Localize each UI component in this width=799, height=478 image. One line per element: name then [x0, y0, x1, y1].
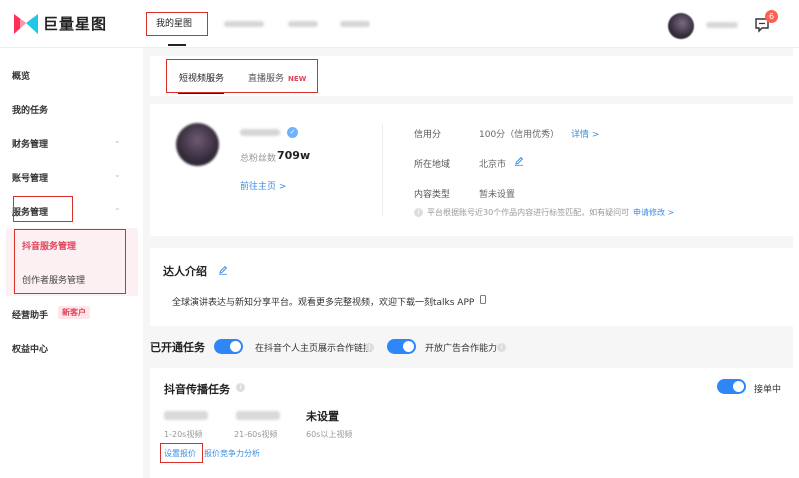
show-coop-link-label: 在抖音个人主页展示合作链接 [255, 344, 373, 354]
info-icon: i [414, 208, 423, 217]
price-analysis-link[interactable]: 报价竞争力分析 [204, 448, 260, 459]
price-1-20s-label: 1-20s视频 [164, 430, 203, 439]
verified-icon: ✓ [287, 127, 298, 138]
content-type-label: 内容类型 [414, 190, 451, 200]
logo-text: 巨量星图 [43, 15, 108, 33]
ad-coop-label: 开放广告合作能力 [425, 344, 498, 354]
highlight-box [146, 12, 208, 36]
chevron-down-icon: ⌄ [114, 136, 121, 145]
highlight-box [13, 196, 73, 222]
credit-detail-link[interactable]: 详情 > [571, 127, 599, 140]
accepting-orders-toggle[interactable] [717, 379, 746, 394]
intro-title: 达人介绍 [163, 265, 207, 278]
douyin-spread-card [150, 368, 793, 478]
highlight-box [166, 59, 318, 93]
new-client-badge: 新客户 [58, 306, 90, 319]
credit-label: 信用分 [414, 130, 442, 140]
apply-edit-link[interactable]: 申请修改 > [633, 207, 674, 218]
sidebar-item-business-assistant[interactable]: 经营助手 [12, 308, 48, 321]
nav-item-blurred[interactable] [288, 21, 318, 27]
price-60s-plus-value: 未设置 [306, 410, 339, 423]
region-value: 北京市 [479, 160, 507, 170]
home-page-link[interactable]: 前往主页 > [240, 179, 286, 192]
logo-icon [14, 13, 38, 34]
price-21-60s-label: 21-60s视频 [234, 430, 278, 439]
creator-name-blurred [240, 129, 280, 136]
edit-icon[interactable] [218, 265, 228, 275]
tag-match-tip: 平台根据账号近30个作品内容进行标签匹配，如有疑问可 [427, 208, 630, 217]
chevron-down-icon: ⌄ [114, 170, 121, 179]
highlight-box [14, 229, 126, 294]
top-bar: 巨量星图 我的星图 6 [0, 0, 799, 48]
creator-avatar [176, 123, 219, 166]
divider [382, 124, 383, 216]
sidebar-item-overview[interactable]: 概览 [12, 69, 30, 82]
price-21-60s-blurred [236, 411, 280, 420]
info-icon: i [497, 343, 506, 352]
user-avatar[interactable] [668, 13, 694, 39]
price-60s-plus-label: 60s以上视频 [306, 430, 353, 439]
sidebar-item-account[interactable]: 账号管理 [12, 171, 48, 184]
fans-value: 709w [277, 149, 311, 162]
edit-icon[interactable] [514, 156, 524, 166]
content-type-value: 暂未设置 [479, 190, 516, 200]
enabled-tasks-title: 已开通任务 [150, 341, 205, 354]
sidebar-item-finance[interactable]: 财务管理 [12, 137, 48, 150]
credit-value: 100分（信用优秀） [479, 130, 560, 140]
chevron-up-icon: ⌃ [114, 207, 121, 216]
fans-label: 总粉丝数 [240, 154, 277, 164]
nav-active-underline [168, 44, 186, 46]
region-label: 所在地域 [414, 160, 451, 170]
info-icon: i [365, 343, 374, 352]
accepting-orders-label: 接单中 [754, 385, 782, 395]
price-1-20s-blurred [164, 411, 208, 420]
user-name-blurred[interactable] [706, 22, 738, 28]
highlight-box [160, 443, 203, 463]
sidebar-item-my-tasks[interactable]: 我的任务 [12, 103, 48, 116]
nav-item-blurred[interactable] [224, 21, 264, 27]
logo[interactable]: 巨量星图 [14, 13, 107, 34]
ad-coop-toggle[interactable] [387, 339, 416, 354]
intro-text: 全球演讲表达与新知分享平台。观看更多完整视频，欢迎下载一刻talks APP [172, 298, 475, 308]
sidebar-item-benefits[interactable]: 权益中心 [12, 342, 48, 355]
info-icon: i [236, 383, 245, 392]
intro-card [150, 248, 793, 326]
spread-task-title: 抖音传播任务 [164, 383, 230, 396]
message-count-badge: 6 [765, 10, 778, 23]
phone-icon [480, 295, 486, 304]
show-coop-link-toggle[interactable] [214, 339, 243, 354]
nav-item-blurred[interactable] [340, 21, 370, 27]
